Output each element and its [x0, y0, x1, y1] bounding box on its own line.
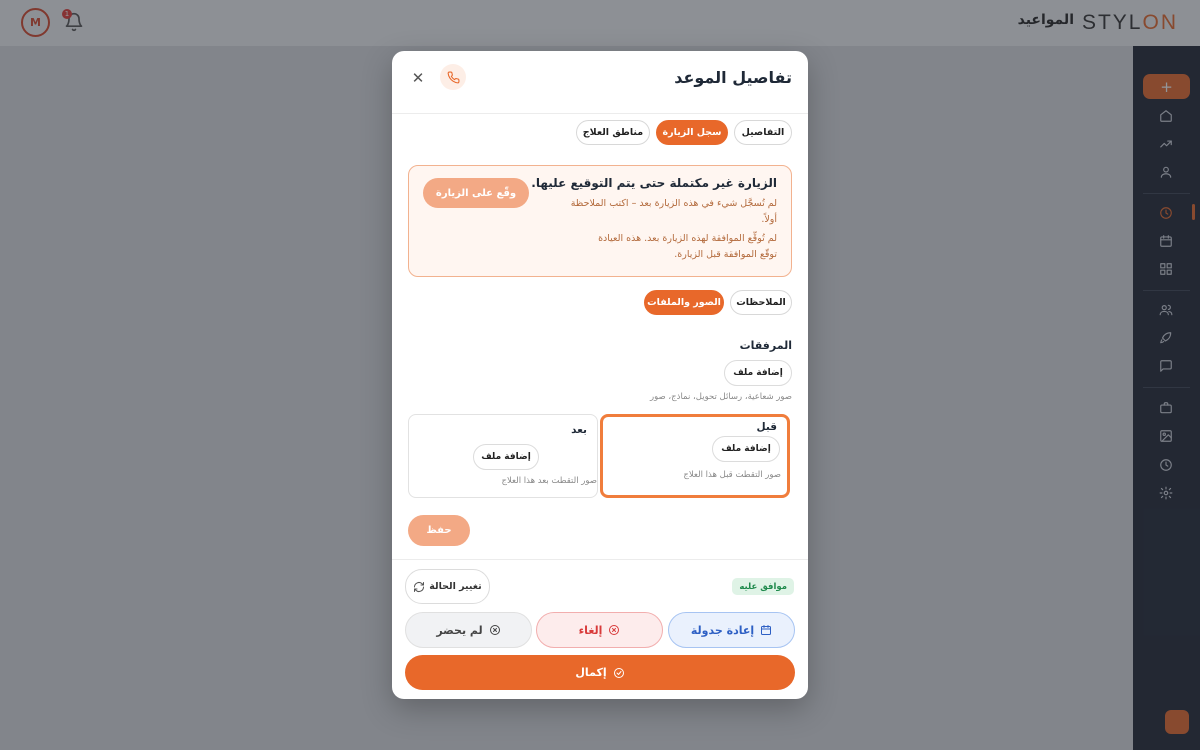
cancel-label: إلغاء [578, 623, 603, 637]
calendar-icon [760, 624, 772, 636]
refresh-icon [413, 581, 425, 593]
attachments-hint: صور شعاعية، رسائل تحويل، نماذج، صور [650, 392, 792, 402]
after-label: بعد [571, 424, 587, 436]
check-circle-icon [613, 667, 625, 679]
tab-treatment-areas[interactable]: مناطق العلاج [576, 120, 650, 145]
x-circle-icon [608, 624, 620, 636]
change-status-button[interactable]: تغيير الحالة [405, 569, 490, 604]
add-attachment-button[interactable]: إضافة ملف [724, 360, 792, 386]
before-label: قبل [756, 421, 777, 433]
tab-visit-log[interactable]: سجل الزيارة [656, 120, 728, 145]
unsigned-visit-warning: الزيارة غير مكتملة حتى يتم التوقيع عليها… [408, 165, 792, 277]
complete-label: إكمال [575, 666, 607, 679]
phone-icon[interactable] [440, 64, 466, 90]
save-button[interactable]: حفظ [408, 515, 470, 546]
warning-text: توقّع الموافقة قبل الزيارة. [674, 249, 777, 260]
close-icon[interactable]: ✕ [408, 68, 428, 88]
warning-text: لم تُسجَّل شيء في هذه الزيارة بعد – اكتب… [570, 198, 777, 209]
warning-text: أولاً. [761, 214, 777, 225]
add-before-photo-button[interactable]: إضافة ملف [712, 436, 780, 462]
x-circle-icon [489, 624, 501, 636]
attachments-title: المرفقات [739, 339, 792, 352]
no-show-button[interactable]: لم يحضر [405, 612, 532, 648]
appointment-details-modal: تفاصيل الموعد ✕ التفاصيل سجل الزيارة منا… [392, 51, 808, 699]
tab-details[interactable]: التفاصيل [734, 120, 792, 145]
add-after-photo-button[interactable]: إضافة ملف [473, 444, 539, 470]
footer-divider [392, 559, 808, 560]
before-photos-box[interactable]: قبل إضافة ملف صور التقطت قبل هذا العلاج [600, 414, 790, 498]
after-photos-box[interactable]: بعد إضافة ملف صور التقطت بعد هذا العلاج [408, 414, 598, 498]
cancel-appointment-button[interactable]: إلغاء [536, 612, 663, 648]
sign-visit-button[interactable]: وقّع على الزيارة [423, 178, 529, 208]
status-badge: موافق عليه [732, 578, 794, 595]
before-hint: صور التقطت قبل هذا العلاج [683, 470, 781, 480]
reschedule-label: إعادة جدولة [690, 623, 755, 637]
subtab-notes[interactable]: الملاحظات [730, 290, 792, 315]
complete-button[interactable]: إكمال [405, 655, 795, 690]
modal-header: تفاصيل الموعد ✕ [392, 51, 808, 114]
after-hint: صور التقطت بعد هذا العلاج [501, 476, 597, 486]
warning-title: الزيارة غير مكتملة حتى يتم التوقيع عليها… [531, 176, 777, 190]
subtab-photos-files[interactable]: الصور والملفات [644, 290, 724, 315]
modal-title: تفاصيل الموعد [674, 68, 792, 87]
warning-text: لم تُوقِّع الموافقة لهذه الزيارة بعد. هذ… [598, 233, 777, 244]
change-status-label: تغيير الحالة [429, 581, 482, 592]
no-show-label: لم يحضر [436, 623, 483, 637]
reschedule-button[interactable]: إعادة جدولة [668, 612, 795, 648]
